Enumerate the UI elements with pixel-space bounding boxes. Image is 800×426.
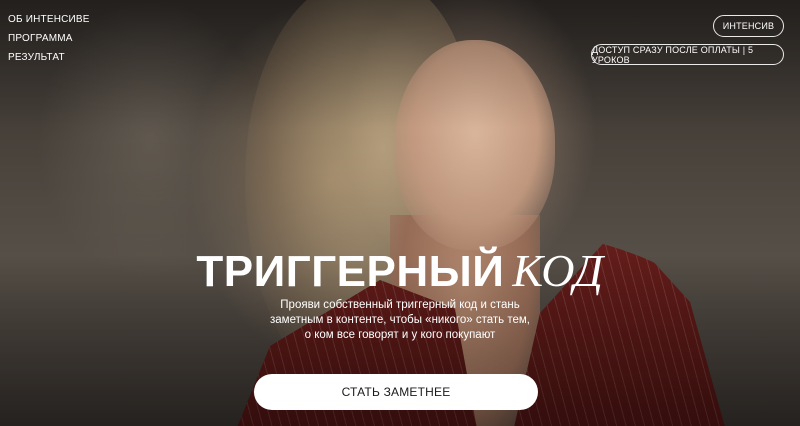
nav-item-about[interactable]: ОБ ИНТЕНСИВЕ xyxy=(8,14,90,25)
cta-button[interactable]: СТАТЬ ЗАМЕТНЕЕ xyxy=(254,374,538,410)
nav-item-program[interactable]: ПРОГРАММА xyxy=(8,33,90,44)
hero-subtitle: Прояви собственный триггерный код и стан… xyxy=(250,298,550,343)
intensive-badge-button[interactable]: ИНТЕНСИВ xyxy=(713,15,784,37)
hero-subtitle-line: заметным в контенте, чтобы «никого» стат… xyxy=(270,314,530,326)
hero-title: ТРИГГЕРНЫЙ КОД xyxy=(0,245,800,298)
hero-subtitle-line: о ком все говорят и у кого покупают xyxy=(304,329,496,341)
access-info-badge[interactable]: ДОСТУП СРАЗУ ПОСЛЕ ОПЛАТЫ | 5 УРОКОВ xyxy=(591,44,784,65)
main-nav: ОБ ИНТЕНСИВЕ ПРОГРАММА РЕЗУЛЬТАТ xyxy=(8,14,90,63)
hero-title-main: ТРИГГЕРНЫЙ xyxy=(196,247,505,296)
hero-title-accent: КОД xyxy=(512,245,604,296)
hero-subtitle-line: Прояви собственный триггерный код и стан… xyxy=(280,299,520,311)
nav-item-result[interactable]: РЕЗУЛЬТАТ xyxy=(8,52,90,63)
